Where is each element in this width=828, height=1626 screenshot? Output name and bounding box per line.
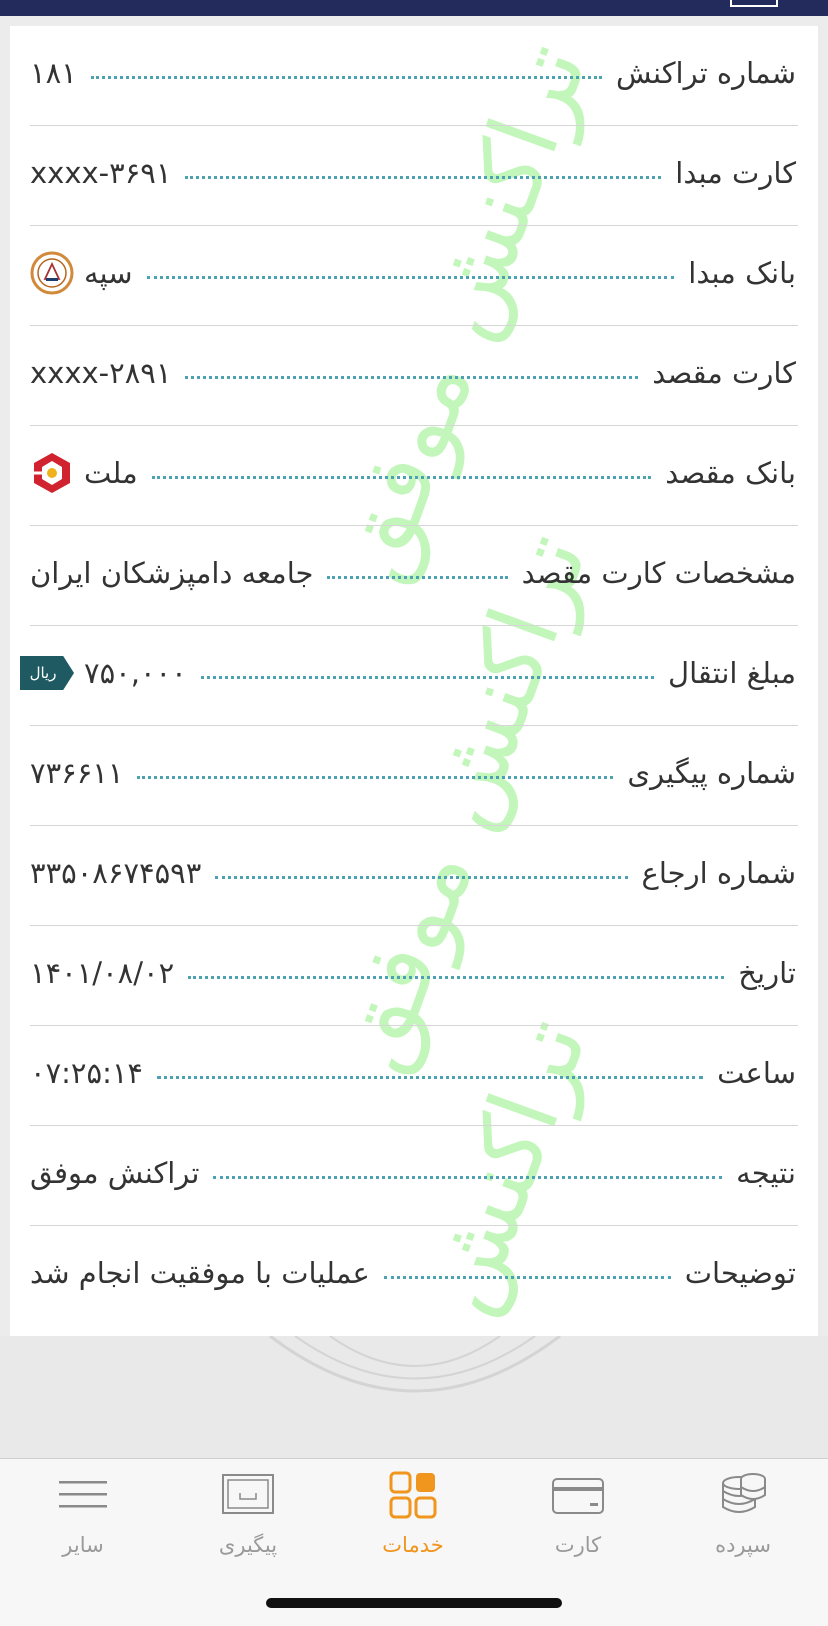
dotted-leader xyxy=(157,1075,704,1079)
row-result: نتیجه تراکنش موفق xyxy=(20,1126,808,1226)
row-destination-card-details: مشخصات کارت مقصد جامعه دامپزشکان ایران xyxy=(20,526,808,626)
row-label: مشخصات کارت مقصد xyxy=(521,556,796,590)
coin-stack-icon xyxy=(722,1473,766,1513)
row-tracking-number: شماره پیگیری ۷۳۶۶۱۱ xyxy=(20,726,808,826)
row-label: مبلغ انتقال xyxy=(668,656,796,690)
row-time: ساعت ۰۷:۲۵:۱۴ xyxy=(20,1026,808,1126)
row-value: ملت xyxy=(84,456,138,490)
tab-label: خدمات xyxy=(382,1533,444,1557)
dotted-leader xyxy=(151,475,652,479)
row-value: جامعه دامپزشکان ایران xyxy=(30,556,314,590)
row-value: ۷۵۰,۰۰۰ xyxy=(84,656,187,690)
tab-label: پیگیری xyxy=(218,1533,278,1557)
currency-badge: ریال xyxy=(20,656,74,690)
dotted-leader xyxy=(383,1275,671,1279)
row-label: نتیجه xyxy=(736,1156,796,1190)
row-value: ۳۳۵۰۸۶۷۴۵۹۳ xyxy=(30,856,202,890)
tab-label: کارت xyxy=(554,1533,602,1557)
row-transfer-amount: مبلغ انتقال ۷۵۰,۰۰۰ ریال xyxy=(20,626,808,726)
tab-track[interactable]: پیگیری xyxy=(178,1459,318,1569)
tab-other[interactable]: سایر xyxy=(13,1459,153,1569)
row-description: توضیحات عملیات با موفقیت انجام شد xyxy=(20,1226,808,1326)
row-label: بانک مقصد xyxy=(665,456,796,490)
row-destination-bank: بانک مقصد ملت xyxy=(20,426,808,526)
tracking-monitor-icon xyxy=(222,1474,274,1514)
row-source-card: کارت مبدا xxxx-۳۶۹۱ xyxy=(20,126,808,226)
tab-label: سایر xyxy=(62,1533,104,1557)
menu-box[interactable] xyxy=(730,0,778,7)
tab-card[interactable]: کارت xyxy=(508,1459,648,1569)
row-value: ۰۷:۲۵:۱۴ xyxy=(30,1056,143,1090)
dotted-leader xyxy=(146,275,675,279)
dotted-leader xyxy=(185,175,662,179)
sepah-bank-logo-icon xyxy=(30,251,74,295)
receipt-card: تراکنش موفق تراکنش موفق تراکنش موفق شمار… xyxy=(10,26,818,1336)
row-value: تراکنش موفق xyxy=(30,1156,200,1190)
hamburger-menu-icon xyxy=(59,1481,107,1508)
row-reference-number: شماره ارجاع ۳۳۵۰۸۶۷۴۵۹۳ xyxy=(20,826,808,926)
row-destination-card: کارت مقصد xxxx-۲۸۹۱ xyxy=(20,326,808,426)
row-label: کارت مقصد xyxy=(652,356,796,390)
credit-card-icon xyxy=(552,1478,604,1514)
row-label: ساعت xyxy=(717,1056,796,1090)
dotted-leader xyxy=(327,575,508,579)
row-label: شماره تراکنش xyxy=(616,56,796,90)
dotted-leader xyxy=(188,975,725,979)
row-label: توضیحات xyxy=(684,1256,796,1290)
row-value: ۱۸۱ xyxy=(30,56,77,90)
row-value: ۷۳۶۶۱۱ xyxy=(30,756,124,790)
dotted-leader xyxy=(185,375,639,379)
row-value: xxxx-۳۶۹۱ xyxy=(30,156,172,190)
top-bar xyxy=(0,0,828,16)
dotted-leader xyxy=(137,775,614,779)
tab-label: سپرده xyxy=(715,1533,771,1557)
tab-deposit[interactable]: سپرده xyxy=(673,1459,813,1569)
row-label: تاریخ xyxy=(738,956,796,990)
row-value: xxxx-۲۸۹۱ xyxy=(30,356,172,390)
tab-services[interactable]: خدمات xyxy=(343,1459,483,1569)
services-grid-icon xyxy=(389,1471,437,1519)
home-indicator[interactable] xyxy=(266,1598,562,1608)
dotted-leader xyxy=(90,75,603,79)
row-label: شماره ارجاع xyxy=(641,856,796,890)
dotted-leader xyxy=(213,1175,723,1179)
row-transaction-number: شماره تراکنش ۱۸۱ xyxy=(20,26,808,126)
row-value: عملیات با موفقیت انجام شد xyxy=(30,1256,370,1290)
row-label: کارت مبدا xyxy=(675,156,796,190)
mellat-bank-logo-icon xyxy=(34,453,70,493)
row-value: ۱۴۰۱/۰۸/۰۲ xyxy=(30,956,175,990)
row-value: سپه xyxy=(84,256,133,290)
dotted-leader xyxy=(215,875,628,879)
row-label: شماره پیگیری xyxy=(627,756,796,790)
dotted-leader xyxy=(200,675,654,679)
emblem-watermark-icon xyxy=(269,1336,561,1393)
row-date: تاریخ ۱۴۰۱/۰۸/۰۲ xyxy=(20,926,808,1026)
row-source-bank: بانک مبدا سپه xyxy=(20,226,808,326)
row-label: بانک مبدا xyxy=(688,256,796,290)
